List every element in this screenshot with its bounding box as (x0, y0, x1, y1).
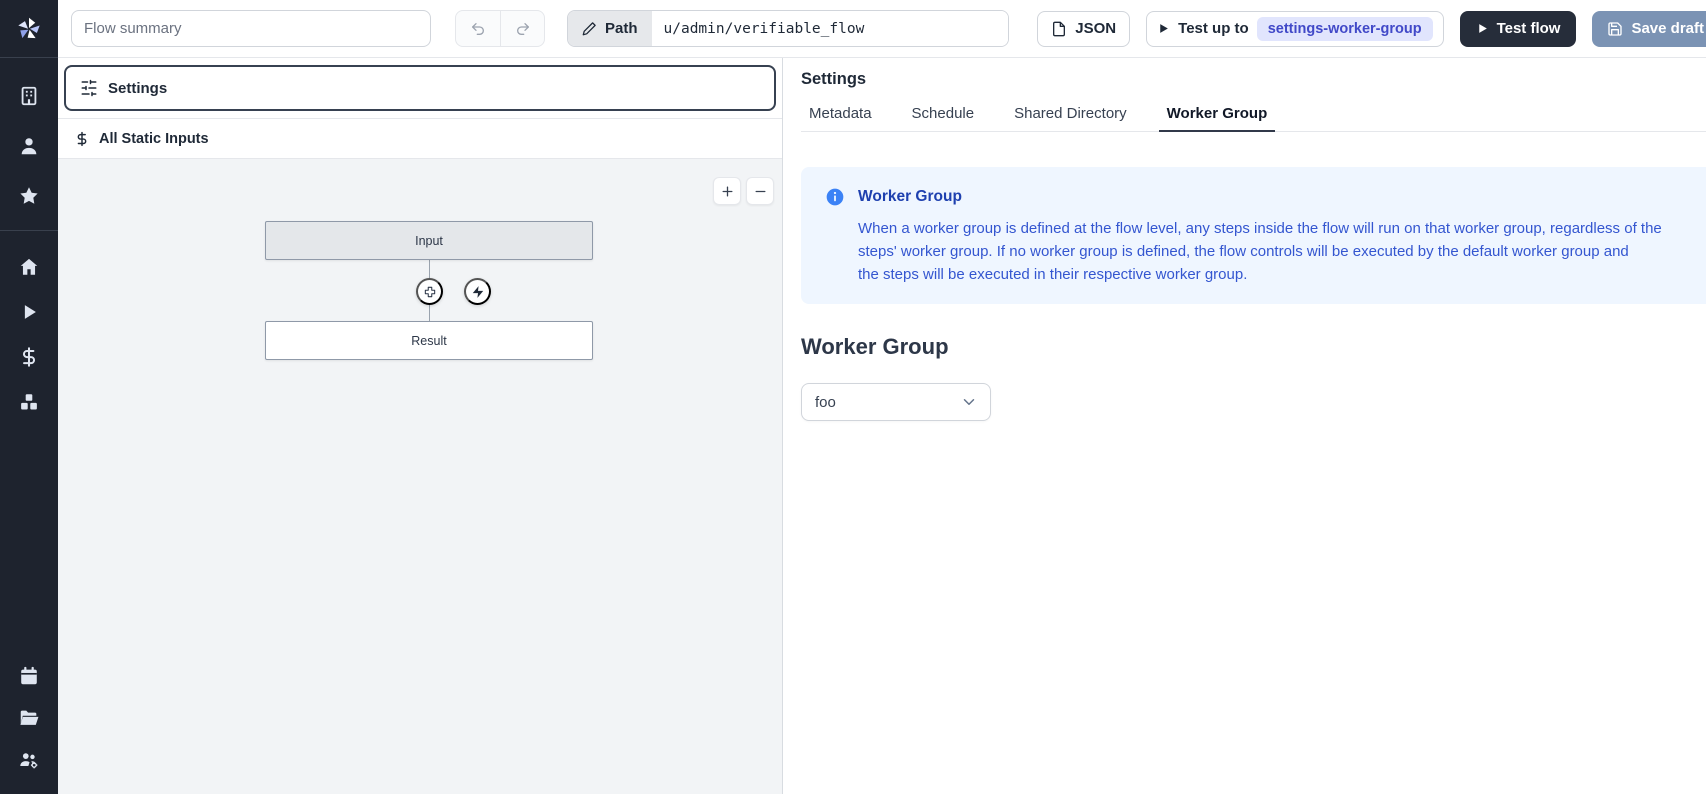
test-up-to-label: Test up to (1178, 20, 1249, 37)
worker-group-section-title: Worker Group (801, 334, 1706, 360)
info-box-body: When a worker group is defined at the fl… (858, 217, 1706, 286)
test-flow-label: Test flow (1497, 20, 1561, 37)
all-static-inputs-label: All Static Inputs (99, 131, 209, 147)
redo-button[interactable] (500, 11, 544, 46)
folders-icon[interactable] (17, 706, 41, 730)
minus-icon (754, 185, 767, 198)
info-icon (825, 187, 845, 207)
json-button-label: JSON (1075, 20, 1116, 37)
user-icon[interactable] (17, 134, 41, 158)
chevron-down-icon (960, 393, 978, 411)
tab-schedule[interactable]: Schedule (904, 99, 983, 131)
input-node[interactable]: Input (265, 221, 593, 260)
add-step-button[interactable] (416, 278, 443, 305)
app-sidebar (0, 0, 58, 794)
flow-graph-canvas[interactable]: Input Result (58, 159, 782, 794)
info-box-title: Worker Group (858, 188, 962, 206)
edit-path-button[interactable]: Path (568, 11, 652, 46)
flow-editor-app: Path JSON Test up to settings-worker-gr (0, 0, 1706, 794)
groups-users-gear-icon[interactable] (17, 748, 41, 772)
settings-row: Settings (58, 58, 782, 119)
save-draft-button[interactable]: Save draft (1592, 11, 1706, 47)
cross-plus-icon (423, 285, 437, 299)
tab-metadata[interactable]: Metadata (801, 99, 880, 131)
info-line: the steps will be executed in their resp… (858, 263, 1706, 286)
topbar-actions: JSON Test up to settings-worker-group Te… (1037, 11, 1706, 47)
info-line: When a worker group is defined at the fl… (858, 217, 1706, 240)
flow-settings-label: Settings (108, 80, 167, 97)
path-label: Path (605, 20, 638, 37)
runs-play-icon[interactable] (17, 300, 41, 324)
result-node[interactable]: Result (265, 321, 593, 360)
canvas-zoom-controls (713, 177, 774, 205)
windmill-logo[interactable] (0, 0, 58, 58)
worker-group-info-box: Worker Group When a worker group is defi… (801, 167, 1706, 304)
flow-panel: Settings All Static Inputs (58, 58, 783, 794)
zoom-in-button[interactable] (713, 177, 741, 205)
dollar-icon (74, 131, 90, 147)
zoom-out-button[interactable] (746, 177, 774, 205)
play-icon (1476, 22, 1489, 35)
flow-summary-input[interactable] (71, 10, 431, 47)
variables-dollar-icon[interactable] (17, 345, 41, 369)
flow-settings-button[interactable]: Settings (64, 65, 776, 111)
zap-icon (471, 285, 485, 299)
info-line: steps' worker group. If no worker group … (858, 240, 1706, 263)
save-icon (1607, 21, 1623, 37)
test-up-to-target-badge: settings-worker-group (1257, 17, 1433, 41)
workspace-icon[interactable] (17, 84, 41, 108)
undo-redo-group (455, 10, 545, 47)
sidebar-bottom-group (17, 664, 41, 794)
sidebar-workspace-group (17, 58, 41, 208)
input-node-label: Input (415, 234, 443, 248)
settings-tabs: Metadata Schedule Shared Directory Worke… (801, 99, 1706, 132)
path-value-input[interactable] (652, 11, 1008, 46)
settings-panel-title: Settings (801, 70, 1706, 89)
redo-icon (515, 21, 531, 37)
json-button[interactable]: JSON (1037, 11, 1130, 47)
undo-icon (470, 21, 486, 37)
plus-icon (721, 185, 734, 198)
test-flow-button[interactable]: Test flow (1460, 11, 1577, 47)
test-up-to-button[interactable]: Test up to settings-worker-group (1146, 11, 1443, 47)
result-node-label: Result (411, 334, 446, 348)
flow-topbar: Path JSON Test up to settings-worker-gr (58, 0, 1706, 58)
tab-shared-directory[interactable]: Shared Directory (1006, 99, 1135, 131)
play-icon (1157, 22, 1170, 35)
trigger-zap-button[interactable] (464, 278, 491, 305)
info-box-header: Worker Group (825, 187, 1706, 207)
tab-worker-group[interactable]: Worker Group (1159, 99, 1276, 131)
content-row: Settings All Static Inputs (58, 58, 1706, 794)
path-group: Path (567, 10, 1009, 47)
file-json-icon (1051, 21, 1067, 37)
sliders-icon (80, 79, 98, 97)
worker-group-select[interactable]: foo (801, 383, 991, 421)
windmill-logo-icon (14, 14, 44, 44)
schedules-calendar-icon[interactable] (17, 664, 41, 688)
pencil-icon (582, 21, 597, 36)
worker-group-select-value: foo (815, 394, 836, 411)
main-area: Path JSON Test up to settings-worker-gr (58, 0, 1706, 794)
sidebar-nav-group (17, 231, 41, 414)
save-draft-label: Save draft (1631, 20, 1704, 37)
settings-panel: Settings Metadata Schedule Shared Direct… (783, 58, 1706, 794)
all-static-inputs-button[interactable]: All Static Inputs (58, 119, 782, 159)
resources-boxes-icon[interactable] (17, 390, 41, 414)
undo-button[interactable] (456, 11, 500, 46)
favorites-star-icon[interactable] (17, 184, 41, 208)
home-icon[interactable] (17, 255, 41, 279)
